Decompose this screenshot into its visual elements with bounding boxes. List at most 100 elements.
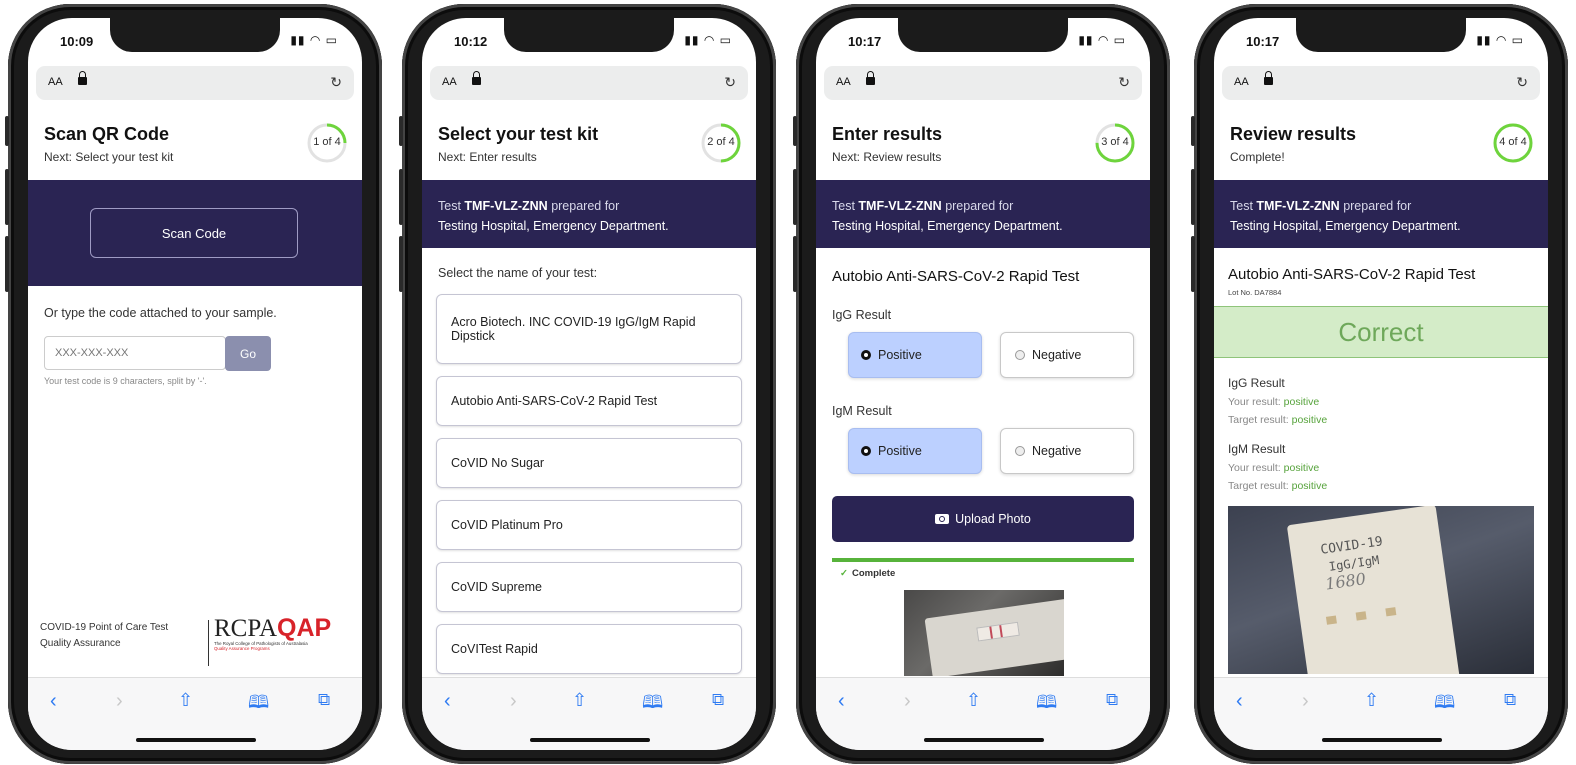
page-title: Select your test kit	[438, 124, 599, 144]
browser-toolbar: ‹ › ⇧ 🕮 ⧉	[28, 677, 362, 750]
igm-positive-option[interactable]: Positive	[848, 428, 982, 474]
signal-wifi-battery-icon: ▮▮ ◠ ▭	[290, 33, 338, 47]
address-bar[interactable]: AA ↻	[824, 66, 1142, 100]
next-step-label: Next: Select your test kit	[44, 150, 174, 164]
upload-progress-fill	[832, 558, 1134, 562]
kit-option[interactable]: CoVID No Sugar	[436, 438, 742, 488]
scan-code-button[interactable]: Scan Code	[90, 208, 298, 258]
forward-icon[interactable]: ›	[904, 690, 911, 713]
bookmarks-icon[interactable]: 🕮	[1434, 690, 1455, 720]
target-result-label: Target result:	[1228, 480, 1292, 492]
page-content: Scan QR Code Next: Select your test kit …	[28, 108, 362, 678]
igm-label: IgM Result	[1228, 442, 1286, 456]
tabs-icon[interactable]: ⧉	[318, 690, 330, 710]
home-indicator	[136, 738, 256, 742]
upload-photo-button[interactable]: Upload Photo	[832, 496, 1134, 542]
upload-status-label: Complete	[851, 568, 896, 579]
tabs-icon[interactable]: ⧉	[712, 690, 724, 710]
signal-wifi-battery-icon: ▮▮ ◠ ▭	[684, 33, 732, 47]
volume-up-button	[1191, 169, 1195, 225]
kit-option[interactable]: CoVITest Rapid	[436, 624, 742, 674]
kit-option[interactable]: Acro Biotech. INC COVID-19 IgG/IgM Rapid…	[436, 294, 742, 364]
reload-icon[interactable]: ↻	[724, 74, 736, 91]
result-window	[976, 621, 1020, 642]
upload-status: ✓ Complete	[840, 568, 895, 579]
go-button[interactable]: Go	[225, 336, 271, 371]
prepared-suffix: prepared for	[1339, 199, 1412, 213]
forward-icon[interactable]: ›	[510, 690, 517, 713]
home-indicator	[1322, 738, 1442, 742]
select-prompt: Select the name of your test:	[438, 266, 598, 280]
share-icon[interactable]: ⇧	[966, 690, 981, 711]
screen: 10:09 ▮▮ ◠ ▭ AA ↻ Scan QR Code Next: Sel…	[28, 18, 362, 750]
tabs-icon[interactable]: ⧉	[1106, 690, 1118, 710]
browser-toolbar: ‹ › ⇧ 🕮 ⧉	[816, 677, 1150, 750]
reload-icon[interactable]: ↻	[330, 74, 342, 91]
volume-down-button	[793, 236, 797, 292]
test-code: TMF-VLZ-ZNN	[464, 199, 548, 213]
address-bar[interactable]: AA ↻	[1222, 66, 1540, 100]
code-hint: Your test code is 9 characters, split by…	[44, 376, 207, 386]
step-progress-ring: 4 of 4	[1492, 122, 1534, 164]
address-bar[interactable]: AA ↻	[36, 66, 354, 100]
logo-qap: QAP	[277, 614, 332, 642]
back-icon[interactable]: ‹	[838, 690, 845, 713]
forward-icon[interactable]: ›	[1302, 690, 1309, 713]
igm-label: IgM Result	[832, 404, 892, 418]
share-icon[interactable]: ⇧	[1364, 690, 1379, 711]
address-bar[interactable]: AA ↻	[430, 66, 748, 100]
check-icon: ✓	[840, 568, 848, 579]
reload-icon[interactable]: ↻	[1118, 74, 1130, 91]
tabs-icon[interactable]: ⧉	[1504, 690, 1516, 710]
bookmarks-icon[interactable]: 🕮	[642, 690, 663, 720]
igg-positive-option[interactable]: Positive	[848, 332, 982, 378]
screen: 10:17 ▮▮ ◠ ▭ AA ↻ Enter results Next: Re…	[816, 18, 1150, 750]
radio-unselected-icon	[1015, 446, 1025, 456]
mute-switch	[399, 116, 403, 146]
cassette-handwriting: 1680	[1324, 569, 1368, 594]
notch	[1296, 18, 1466, 52]
lock-icon	[78, 71, 87, 85]
step-header: Select your test kit Next: Enter results…	[422, 108, 756, 180]
back-icon[interactable]: ‹	[1236, 690, 1243, 713]
bookmarks-icon[interactable]: 🕮	[1036, 690, 1057, 720]
share-icon[interactable]: ⇧	[178, 690, 193, 711]
igm-your-result: Your result: positive	[1228, 462, 1319, 474]
text-size-button[interactable]: AA	[1234, 76, 1249, 88]
lot-number: Lot No. DA7884	[1228, 288, 1282, 297]
step-counter: 3 of 4	[1101, 136, 1129, 148]
upload-label: Upload Photo	[955, 512, 1031, 526]
text-size-button[interactable]: AA	[442, 76, 457, 88]
notch	[898, 18, 1068, 52]
signal-wifi-battery-icon: ▮▮ ◠ ▭	[1078, 33, 1126, 47]
forward-icon[interactable]: ›	[116, 690, 123, 713]
back-icon[interactable]: ‹	[50, 690, 57, 713]
next-step-label: Next: Review results	[832, 150, 942, 164]
reload-icon[interactable]: ↻	[1516, 74, 1528, 91]
option-label: Positive	[878, 444, 922, 458]
bookmarks-icon[interactable]: 🕮	[248, 690, 269, 720]
igg-negative-option[interactable]: Negative	[1000, 332, 1134, 378]
notch	[110, 18, 280, 52]
result-photo: COVID-19 IgG/IgM 1680	[1228, 506, 1534, 674]
back-icon[interactable]: ‹	[444, 690, 451, 713]
screen: 10:17 ▮▮ ◠ ▭ AA ↻ Review results Complet…	[1214, 18, 1548, 750]
uploaded-photo-thumbnail	[904, 590, 1064, 676]
code-input[interactable]	[44, 336, 226, 370]
kit-option[interactable]: CoVID Platinum Pro	[436, 500, 742, 550]
scan-banner: Scan Code	[28, 180, 362, 286]
igm-negative-option[interactable]: Negative	[1000, 428, 1134, 474]
kit-option[interactable]: Autobio Anti-SARS-CoV-2 Rapid Test	[436, 376, 742, 426]
volume-up-button	[399, 169, 403, 225]
page-title: Scan QR Code	[44, 124, 170, 144]
volume-up-button	[793, 169, 797, 225]
igm-target-result: Target result: positive	[1228, 480, 1327, 492]
text-size-button[interactable]: AA	[48, 76, 63, 88]
facility-name: Testing Hospital, Emergency Department.	[438, 219, 669, 233]
kit-option[interactable]: CoVID Supreme	[436, 562, 742, 612]
test-name: Autobio Anti-SARS-CoV-2 Rapid Test	[832, 268, 1080, 285]
text-size-button[interactable]: AA	[836, 76, 851, 88]
share-icon[interactable]: ⇧	[572, 690, 587, 711]
step-counter: 1 of 4	[313, 136, 341, 148]
footer-divider	[208, 620, 209, 666]
